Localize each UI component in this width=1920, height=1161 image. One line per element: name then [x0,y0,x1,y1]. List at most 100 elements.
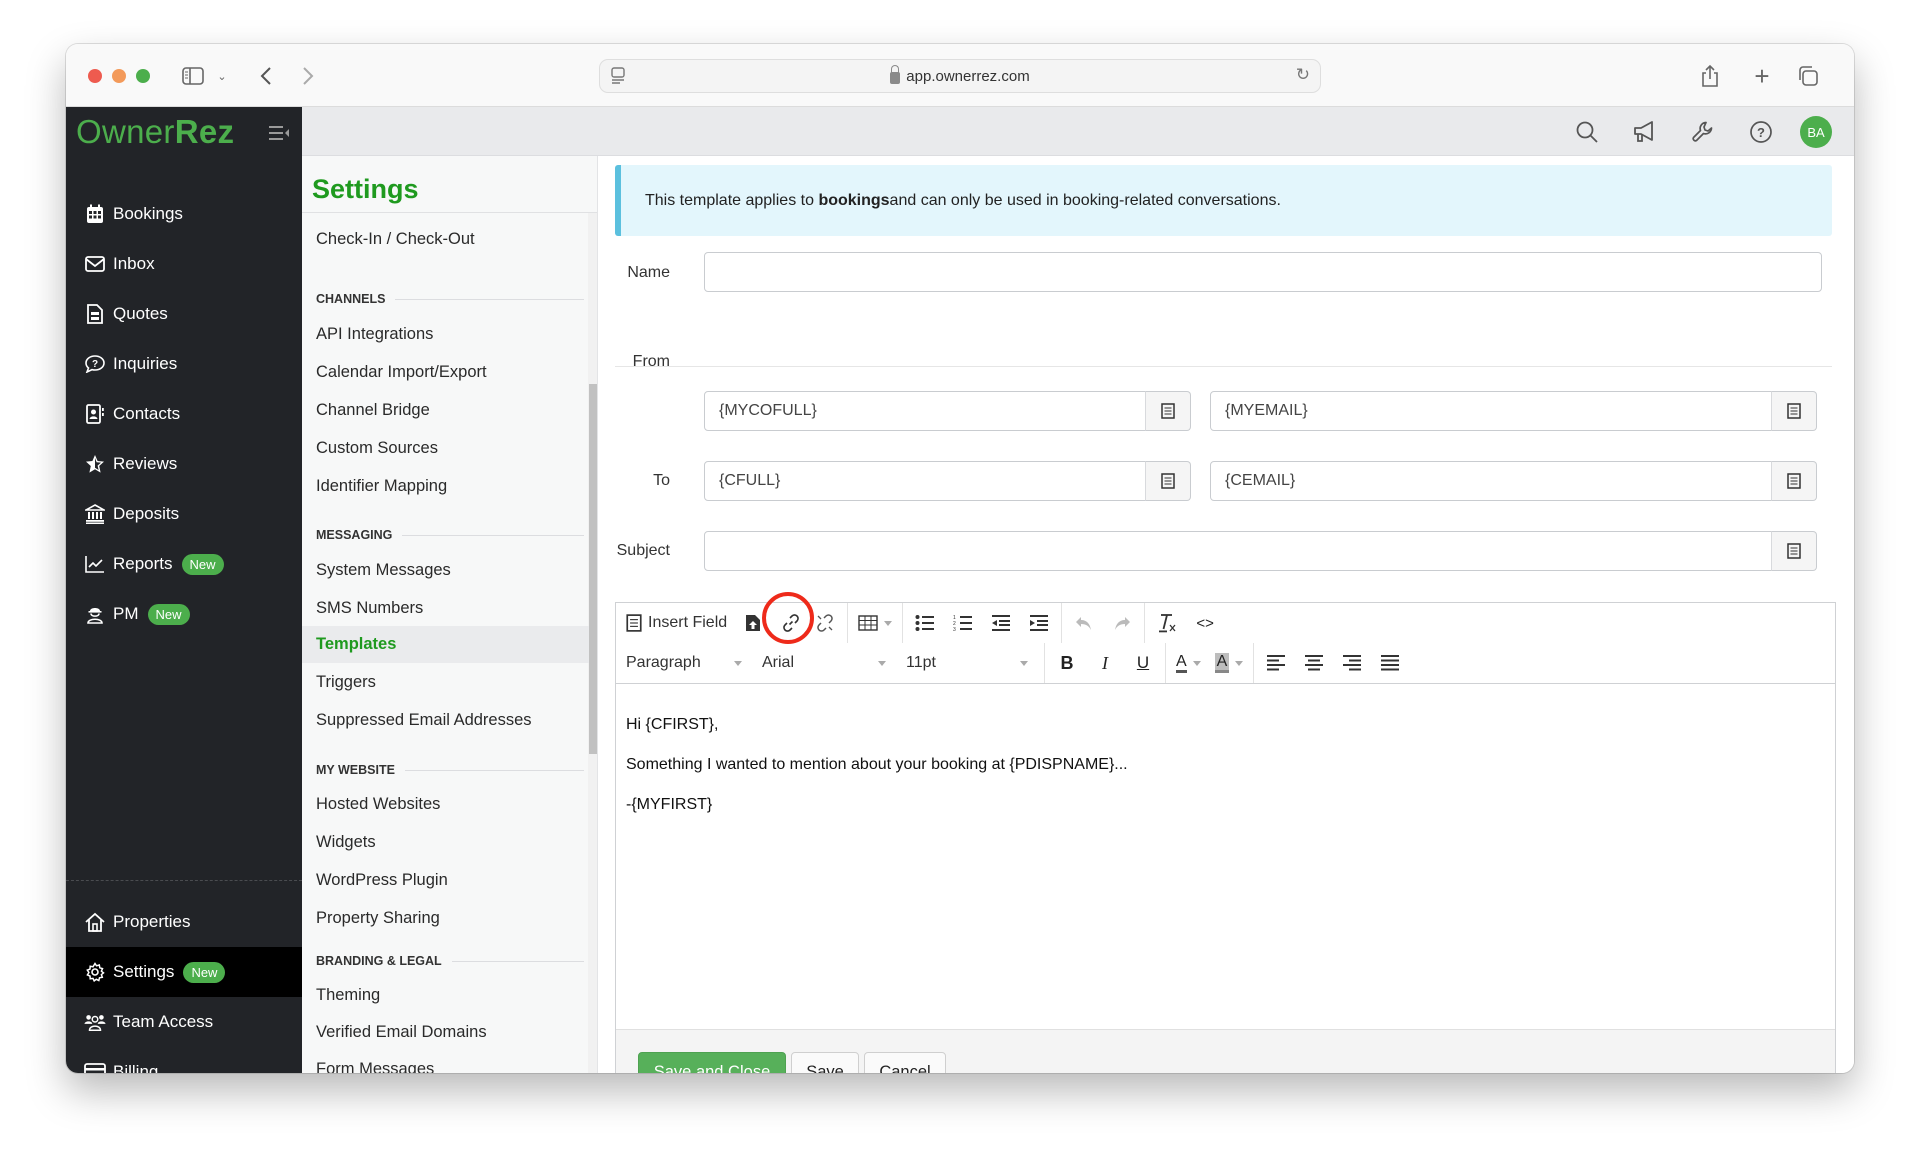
block-format-select[interactable]: Paragraph [616,646,752,680]
sidebar-item-contacts[interactable]: Contacts [66,389,302,439]
sidebar-item-team-access[interactable]: Team Access [66,997,302,1047]
undo-button[interactable] [1068,606,1100,640]
sidebar-item-inbox[interactable]: Inbox [66,239,302,289]
align-justify-button[interactable] [1374,646,1406,680]
sidebar-item-quotes[interactable]: Quotes [66,289,302,339]
reload-icon[interactable]: ↻ [1296,65,1310,85]
table-button[interactable] [854,606,896,640]
subject-input[interactable] [704,531,1772,571]
name-input[interactable] [704,252,1822,292]
address-bar[interactable]: app.ownerrez.com ↻ [599,59,1321,93]
chevron-down-icon[interactable]: ⌄ [215,62,229,90]
sidebar-item-billing[interactable]: Billing [66,1047,302,1073]
clear-formatting-button[interactable] [1151,606,1183,640]
chevron-down-icon [1020,660,1028,666]
save-button[interactable]: Save [791,1052,859,1073]
help-icon[interactable]: ? [1746,117,1776,147]
bullet-list-button[interactable] [909,606,941,640]
sidebar-item-pm[interactable]: PM New [66,589,302,639]
indent-button[interactable] [1023,606,1055,640]
new-tab-icon[interactable]: + [1750,61,1774,91]
wrench-icon[interactable] [1688,117,1718,147]
underline-button[interactable]: U [1127,646,1159,680]
sidebar-item-deposits[interactable]: Deposits [66,489,302,539]
settings-item-templates[interactable]: Templates [302,626,589,663]
font-family-select[interactable]: Arial [752,646,896,680]
insert-field-button[interactable]: Insert Field [616,606,731,640]
to-name-insert-field-button[interactable] [1145,461,1191,501]
settings-item[interactable]: Identifier Mapping [302,468,589,505]
unlink-button[interactable] [809,606,841,640]
sidebar-item-inquiries[interactable]: ? Inquiries [66,339,302,389]
minimize-window-button[interactable] [112,69,126,83]
search-icon[interactable] [1572,117,1602,147]
reader-icon[interactable] [610,67,626,85]
subject-label: Subject [616,542,670,559]
document-icon [84,303,106,325]
zoom-window-button[interactable] [136,69,150,83]
user-avatar[interactable]: BA [1800,116,1832,148]
share-icon[interactable] [1698,62,1722,90]
forward-icon[interactable] [298,62,318,90]
ownerrez-logo[interactable]: OwnerRez [76,113,234,151]
insert-file-button[interactable] [737,606,769,640]
to-email-input[interactable]: {CEMAIL} [1210,461,1772,501]
sidebar-item-reviews[interactable]: Reviews [66,439,302,489]
to-name-input[interactable]: {CFULL} [704,461,1146,501]
redo-button[interactable] [1106,606,1138,640]
settings-item[interactable]: System Messages [302,552,589,589]
source-code-button[interactable]: <> [1189,606,1221,640]
settings-item[interactable]: Widgets [302,824,589,861]
numbered-list-button[interactable]: 123 [947,606,979,640]
collapse-sidebar-icon[interactable] [268,125,290,141]
save-and-close-button[interactable]: Save and Close [638,1052,786,1073]
settings-item[interactable]: Verified Email Domains [302,1014,589,1051]
cancel-button[interactable]: Cancel [864,1052,946,1073]
outdent-button[interactable] [985,606,1017,640]
settings-item[interactable]: Theming [302,977,589,1014]
highlight-color-button[interactable]: A [1211,646,1248,680]
back-icon[interactable] [256,62,276,90]
sidebar-item-bookings[interactable]: Bookings [66,189,302,239]
from-email-input[interactable]: {MYEMAIL} [1210,391,1772,431]
to-email-insert-field-button[interactable] [1771,461,1817,501]
sidebar-toggle-icon[interactable] [180,62,206,90]
font-size-select[interactable]: 11pt [896,646,1038,680]
text-color-button[interactable]: A [1172,646,1205,680]
from-name-input[interactable]: {MYCOFULL} [704,391,1146,431]
align-center-button[interactable] [1298,646,1330,680]
settings-item[interactable]: Channel Bridge [302,392,589,429]
insert-link-button[interactable] [762,592,815,644]
settings-scrollbar[interactable] [589,384,597,754]
align-left-button[interactable] [1260,646,1292,680]
settings-item[interactable]: Property Sharing [302,900,589,937]
close-window-button[interactable] [88,69,102,83]
settings-item[interactable]: API Integrations [302,316,589,353]
settings-item[interactable]: Hosted Websites [302,786,589,823]
align-right-button[interactable] [1336,646,1368,680]
settings-item-check-in-out[interactable]: Check-In / Check-Out [302,221,589,258]
chevron-down-icon [1235,660,1244,666]
sidebar-item-settings[interactable]: Settings New [66,947,302,997]
settings-item[interactable]: Suppressed Email Addresses [302,702,589,739]
tabs-overview-icon[interactable] [1796,62,1820,90]
settings-item[interactable]: Custom Sources [302,430,589,467]
megaphone-icon[interactable] [1630,117,1660,147]
logo-text-bold: Rez [174,113,235,150]
settings-item[interactable]: Calendar Import/Export [302,354,589,391]
field-list-icon [1161,473,1175,489]
editor-content[interactable]: Hi {CFIRST}, Something I wanted to menti… [616,684,1835,1029]
bold-button[interactable]: B [1051,646,1083,680]
settings-item[interactable]: SMS Numbers [302,590,589,627]
settings-item[interactable]: WordPress Plugin [302,862,589,899]
settings-item-form-messages[interactable]: Form Messages [302,1051,589,1073]
url-text[interactable]: app.ownerrez.com [906,68,1029,85]
from-email-insert-field-button[interactable] [1771,391,1817,431]
home-icon [84,911,106,933]
sidebar-item-reports[interactable]: Reports New [66,539,302,589]
sidebar-item-properties[interactable]: Properties [66,897,302,947]
italic-button[interactable]: I [1089,646,1121,680]
subject-insert-field-button[interactable] [1771,531,1817,571]
settings-item[interactable]: Triggers [302,664,589,701]
from-name-insert-field-button[interactable] [1145,391,1191,431]
